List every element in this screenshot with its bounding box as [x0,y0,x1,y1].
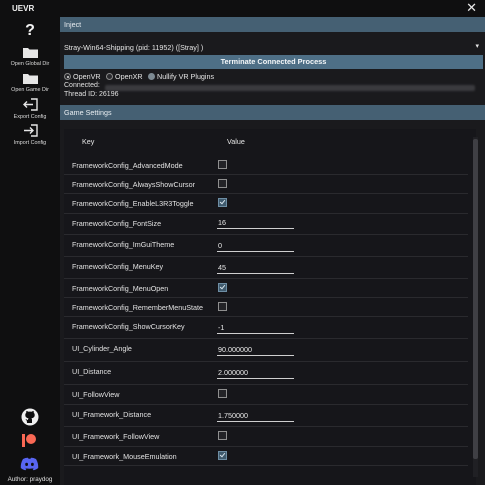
table-row: FrameworkConfig_FontSize 16 [64,213,468,235]
row-text-input[interactable]: 45 [217,261,294,274]
open-game-dir-button[interactable]: Open Game Dir [0,72,60,93]
open-global-dir-button[interactable]: Open Global Dir [0,46,60,67]
import-icon [24,124,38,137]
settings-table: Key Value FrameworkConfig_AdvancedMode F… [64,129,478,485]
table-row: UI_Cylinder_Angle 90.000000 [64,338,468,362]
row-checkbox[interactable] [218,431,227,440]
row-input-value: 45 [218,263,226,272]
table-row: FrameworkConfig_MenuOpen [64,278,468,298]
inject-header-label: Inject [64,20,82,29]
row-input-value: 2.000000 [218,368,248,377]
row-input-value: -1 [218,323,225,332]
row-input-value: 90.000000 [218,345,252,354]
row-key: FrameworkConfig_ShowCursorKey [72,322,185,331]
folder-icon [22,74,38,84]
row-text-input[interactable]: -1 [217,321,294,334]
row-key: UI_Cylinder_Angle [72,344,132,353]
toggle-dot [148,73,155,80]
row-text-input[interactable]: 2.000000 [217,366,294,379]
row-key: UI_Framework_MouseEmulation [72,452,177,461]
table-row: UI_FollowView [64,384,468,405]
row-key: FrameworkConfig_MenuOpen [72,284,169,293]
radio-dot [64,73,71,80]
export-icon [23,98,38,111]
column-header-value: Value [227,137,245,146]
process-select[interactable]: Stray-Win64-Shipping (pid: 11952) ([Stra… [62,42,483,54]
table-row: FrameworkConfig_RememberMenuState [64,297,468,317]
row-key: FrameworkConfig_MenuKey [72,262,164,271]
table-row: FrameworkConfig_EnableL3R3Toggle [64,193,468,214]
title-bar: UEVR ✕ [0,0,485,17]
help-icon: ? [25,22,35,39]
table-row: FrameworkConfig_MenuKey 45 [64,256,468,279]
table-row: FrameworkConfig_AdvancedMode [64,155,468,175]
game-settings-header-label: Game Settings [64,108,112,117]
row-checkbox[interactable] [218,283,227,292]
row-key: FrameworkConfig_AlwaysShowCursor [72,180,196,189]
radio-label: OpenXR [115,72,143,81]
sidebar-item-label: Import Config [13,140,47,146]
sidebar-item-label: Open Game Dir [11,87,49,93]
help-button[interactable]: ? [0,22,60,40]
table-row: UI_Framework_FollowView [64,426,468,447]
row-key: FrameworkConfig_RememberMenuState [72,303,204,312]
table-row: FrameworkConfig_ShowCursorKey -1 [64,316,468,339]
patreon-icon[interactable] [21,433,37,448]
column-header-key: Key [82,137,95,146]
row-input-value: 16 [218,218,226,227]
row-checkbox[interactable] [218,179,227,188]
radio-label: OpenVR [73,72,101,81]
row-key: UI_Framework_Distance [72,410,152,419]
folder-icon [22,48,38,58]
row-key: FrameworkConfig_AdvancedMode [72,161,183,170]
row-key: FrameworkConfig_FontSize [72,219,162,228]
radio-dot [106,73,113,80]
thread-id-label: Thread ID: 26196 [64,91,119,98]
row-key: FrameworkConfig_ImGuiTheme [72,240,175,249]
sidebar-item-label: Open Global Dir [10,61,50,67]
discord-icon[interactable] [20,457,39,471]
inject-header[interactable]: Inject [60,17,485,32]
row-input-value: 1.750000 [218,411,248,420]
row-checkbox[interactable] [218,302,227,311]
main-panel: Inject Stray-Win64-Shipping (pid: 11952)… [60,17,485,485]
row-checkbox[interactable] [218,451,227,460]
table-row: UI_Distance 2.000000 [64,361,468,385]
app-title: UEVR [12,4,35,13]
row-text-input[interactable]: 1.750000 [217,409,294,422]
row-key: UI_Framework_FollowView [72,432,160,441]
row-checkbox[interactable] [218,389,227,398]
author-label: Author: praydog [7,476,53,483]
row-checkbox[interactable] [218,160,227,169]
process-select-value: Stray-Win64-Shipping (pid: 11952) ([Stra… [64,43,204,52]
github-icon[interactable] [21,408,39,426]
terminate-process-button[interactable]: Terminate Connected Process [64,55,483,69]
connected-value-redacted [105,85,475,91]
sidebar-item-label: Export Config [13,114,47,120]
scrollbar-thumb[interactable] [473,139,478,459]
table-row: FrameworkConfig_ImGuiTheme 0 [64,234,468,257]
table-row: FrameworkConfig_AlwaysShowCursor [64,174,468,194]
row-key: UI_Distance [72,367,112,376]
game-settings-header[interactable]: Game Settings [60,105,485,120]
row-checkbox[interactable] [218,198,227,207]
chevron-down-icon: ▾ [475,43,479,50]
row-key: UI_FollowView [72,390,120,399]
table-row: UI_Framework_Distance 1.750000 [64,404,468,427]
table-row: UI_Framework_MouseEmulation [64,446,468,466]
row-text-input[interactable]: 90.000000 [217,343,294,356]
row-key: FrameworkConfig_EnableL3R3Toggle [72,199,194,208]
settings-scrollbar[interactable] [473,137,478,477]
close-icon[interactable]: ✕ [466,1,477,14]
radio-label: Nullify VR Plugins [157,72,215,81]
import-config-button[interactable]: Import Config [0,124,60,146]
export-config-button[interactable]: Export Config [0,98,60,120]
sidebar: ? Open Global Dir Open Game Dir Export C… [0,17,60,485]
row-text-input[interactable]: 16 [217,216,294,229]
row-input-value: 0 [218,241,222,250]
row-text-input[interactable]: 0 [217,239,294,252]
connected-label: Connected: [64,82,100,89]
